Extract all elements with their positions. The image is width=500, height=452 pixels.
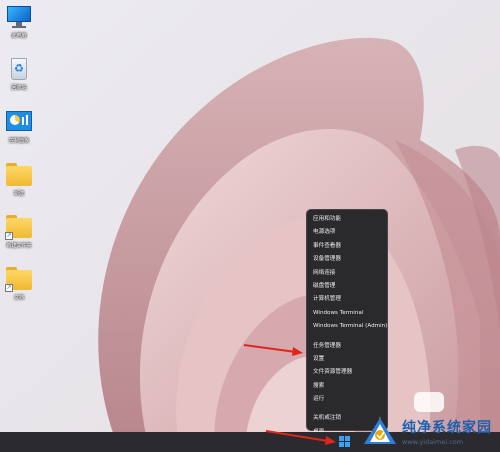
menu-item-windows-terminal[interactable]: Windows Terminal bbox=[307, 307, 387, 320]
desktop-icon-label: 此电脑 bbox=[11, 33, 27, 39]
desktop-icon-label: 回收站 bbox=[11, 85, 27, 91]
watermark-logo-icon bbox=[364, 418, 396, 444]
desktop-icon-folder-new[interactable]: 新建 bbox=[2, 162, 36, 197]
start-context-menu: 应用和功能 电源选项 事件查看器 设备管理器 网络连接 磁盘管理 计算机管理 W… bbox=[306, 209, 388, 435]
menu-item-disk-management[interactable]: 磁盘管理 bbox=[307, 280, 387, 293]
desktop-icon-label: 文档 bbox=[13, 295, 24, 301]
folder-icon bbox=[5, 162, 33, 188]
watermark-title: 纯净系统家园 bbox=[402, 419, 492, 436]
menu-item-power-options[interactable]: 电源选项 bbox=[307, 226, 387, 239]
menu-item-label: 关机或注销 bbox=[313, 415, 341, 422]
menu-item-device-manager[interactable]: 设备管理器 bbox=[307, 253, 387, 266]
menu-item-file-explorer[interactable]: 文件资源管理器 bbox=[307, 366, 387, 379]
menu-item-run[interactable]: 运行 bbox=[307, 393, 387, 406]
site-watermark: 纯净系统家园 www.yidaimei.com bbox=[362, 414, 498, 448]
shortcut-arrow-icon: ↗ bbox=[5, 232, 13, 240]
desktop-icon-label: 新建 bbox=[13, 191, 24, 197]
monitor-icon bbox=[5, 4, 33, 30]
watermark-url: www.yidaimei.com bbox=[402, 437, 464, 446]
menu-item-network-connections[interactable]: 网络连接 bbox=[307, 267, 387, 280]
desktop-icon-label: 控制面板 bbox=[8, 138, 29, 144]
desktop-icon-new-folder[interactable]: ↗ 新建文件夹 bbox=[2, 214, 36, 249]
desktop-icon-documents[interactable]: ↗ 文档 bbox=[2, 266, 36, 301]
desktop-icon-label: 新建文件夹 bbox=[6, 243, 32, 249]
menu-item-apps-features[interactable]: 应用和功能 bbox=[307, 213, 387, 226]
menu-item-search[interactable]: 搜索 bbox=[307, 380, 387, 393]
control-panel-icon bbox=[5, 109, 33, 135]
folder-shortcut-icon: ↗ bbox=[5, 214, 33, 240]
desktop-wallpaper bbox=[0, 0, 500, 452]
menu-item-settings[interactable]: 设置 bbox=[307, 353, 387, 366]
folder-shortcut-icon: ↗ bbox=[5, 266, 33, 292]
recycle-bin-icon: ♻ bbox=[5, 56, 33, 82]
desktop-icon-control-panel[interactable]: 控制面板 bbox=[2, 109, 36, 144]
windows-start-icon[interactable] bbox=[339, 436, 350, 447]
menu-item-event-viewer[interactable]: 事件查看器 bbox=[307, 240, 387, 253]
camera-watermark-icon bbox=[414, 392, 444, 412]
menu-item-task-manager[interactable]: 任务管理器 bbox=[307, 340, 387, 353]
menu-item-windows-terminal-admin[interactable]: Windows Terminal (Admin) bbox=[307, 320, 387, 333]
shortcut-arrow-icon: ↗ bbox=[5, 284, 13, 292]
desktop-icon-recycle-bin[interactable]: ♻ 回收站 bbox=[2, 56, 36, 91]
menu-item-computer-management[interactable]: 计算机管理 bbox=[307, 293, 387, 306]
desktop-icon-this-pc[interactable]: 此电脑 bbox=[2, 4, 36, 39]
